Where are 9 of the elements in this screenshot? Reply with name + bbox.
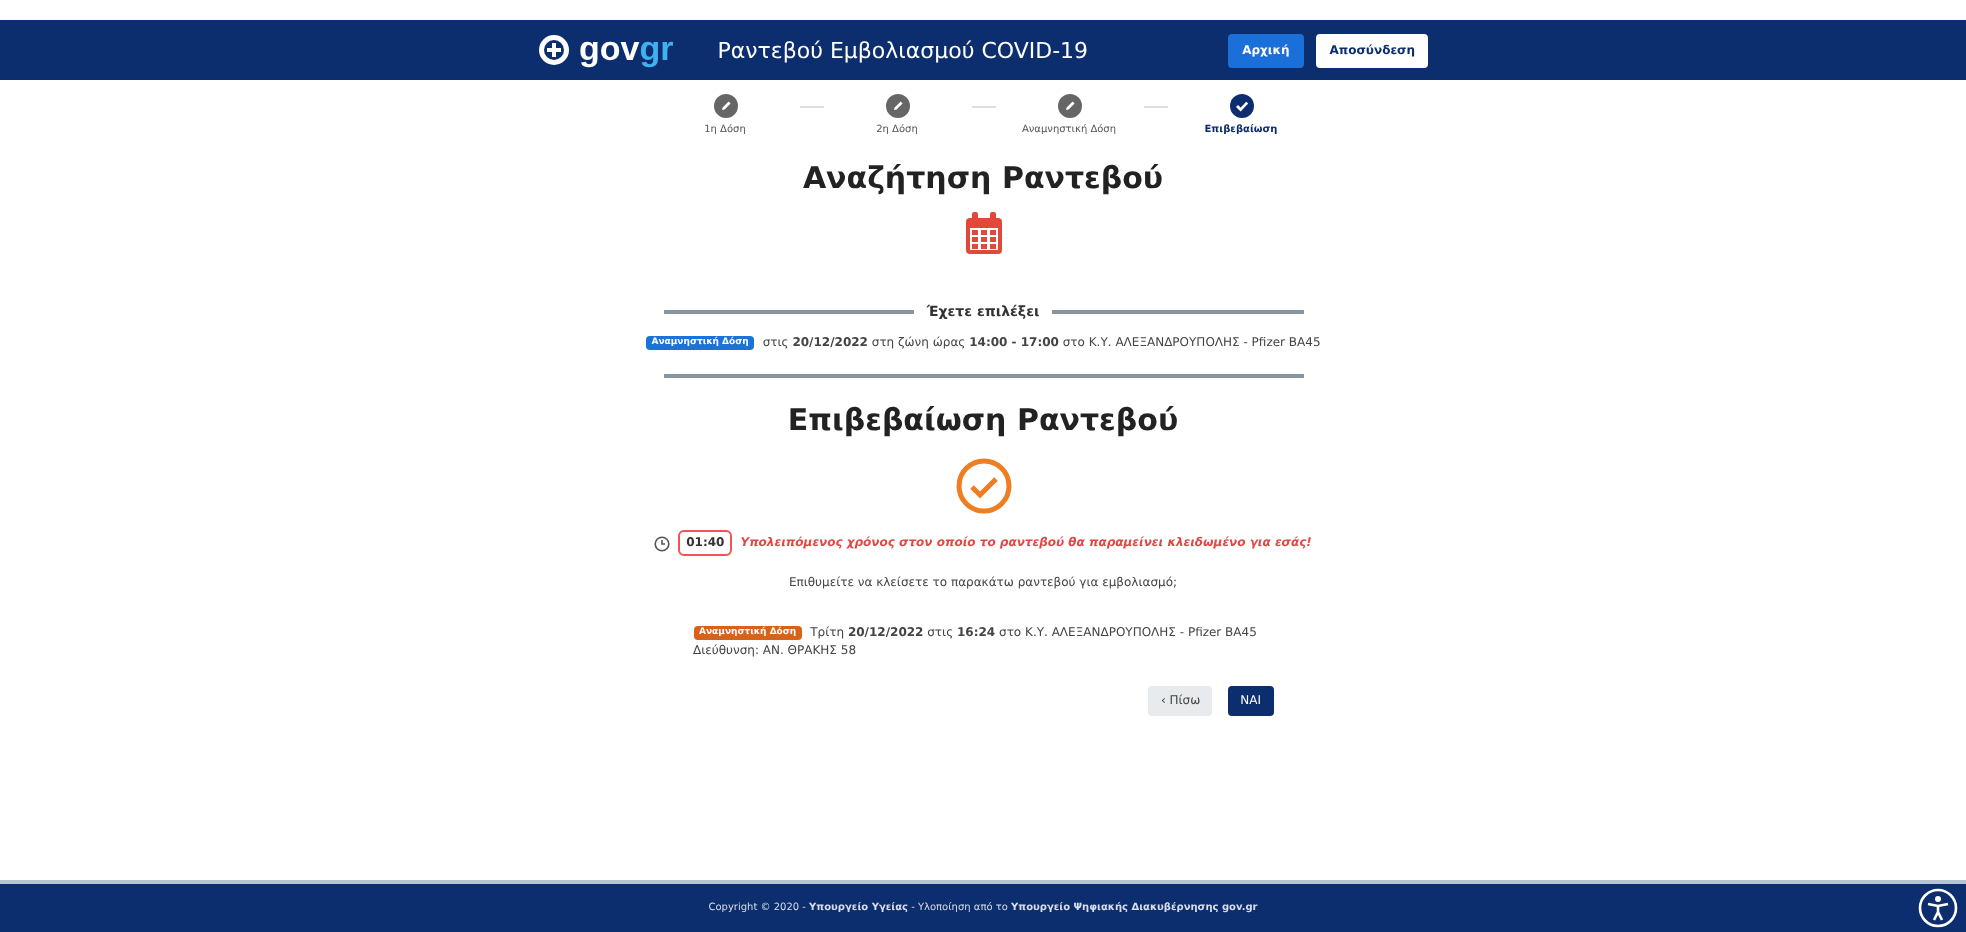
search-title: Αναζήτηση Ραντεβού	[802, 160, 1164, 196]
clock-icon	[654, 535, 671, 551]
site-title: Ραντεβού Εμβολιασμού COVID-19	[717, 37, 1089, 63]
govgr-logo: govgr	[579, 30, 674, 70]
check-circle-icon	[955, 458, 1011, 514]
emblem-icon	[537, 34, 570, 66]
accessibility-icon[interactable]	[1918, 888, 1958, 928]
confirm-title: Επιβεβαίωση Ραντεβού	[787, 402, 1179, 438]
calendar-icon	[963, 212, 1003, 256]
